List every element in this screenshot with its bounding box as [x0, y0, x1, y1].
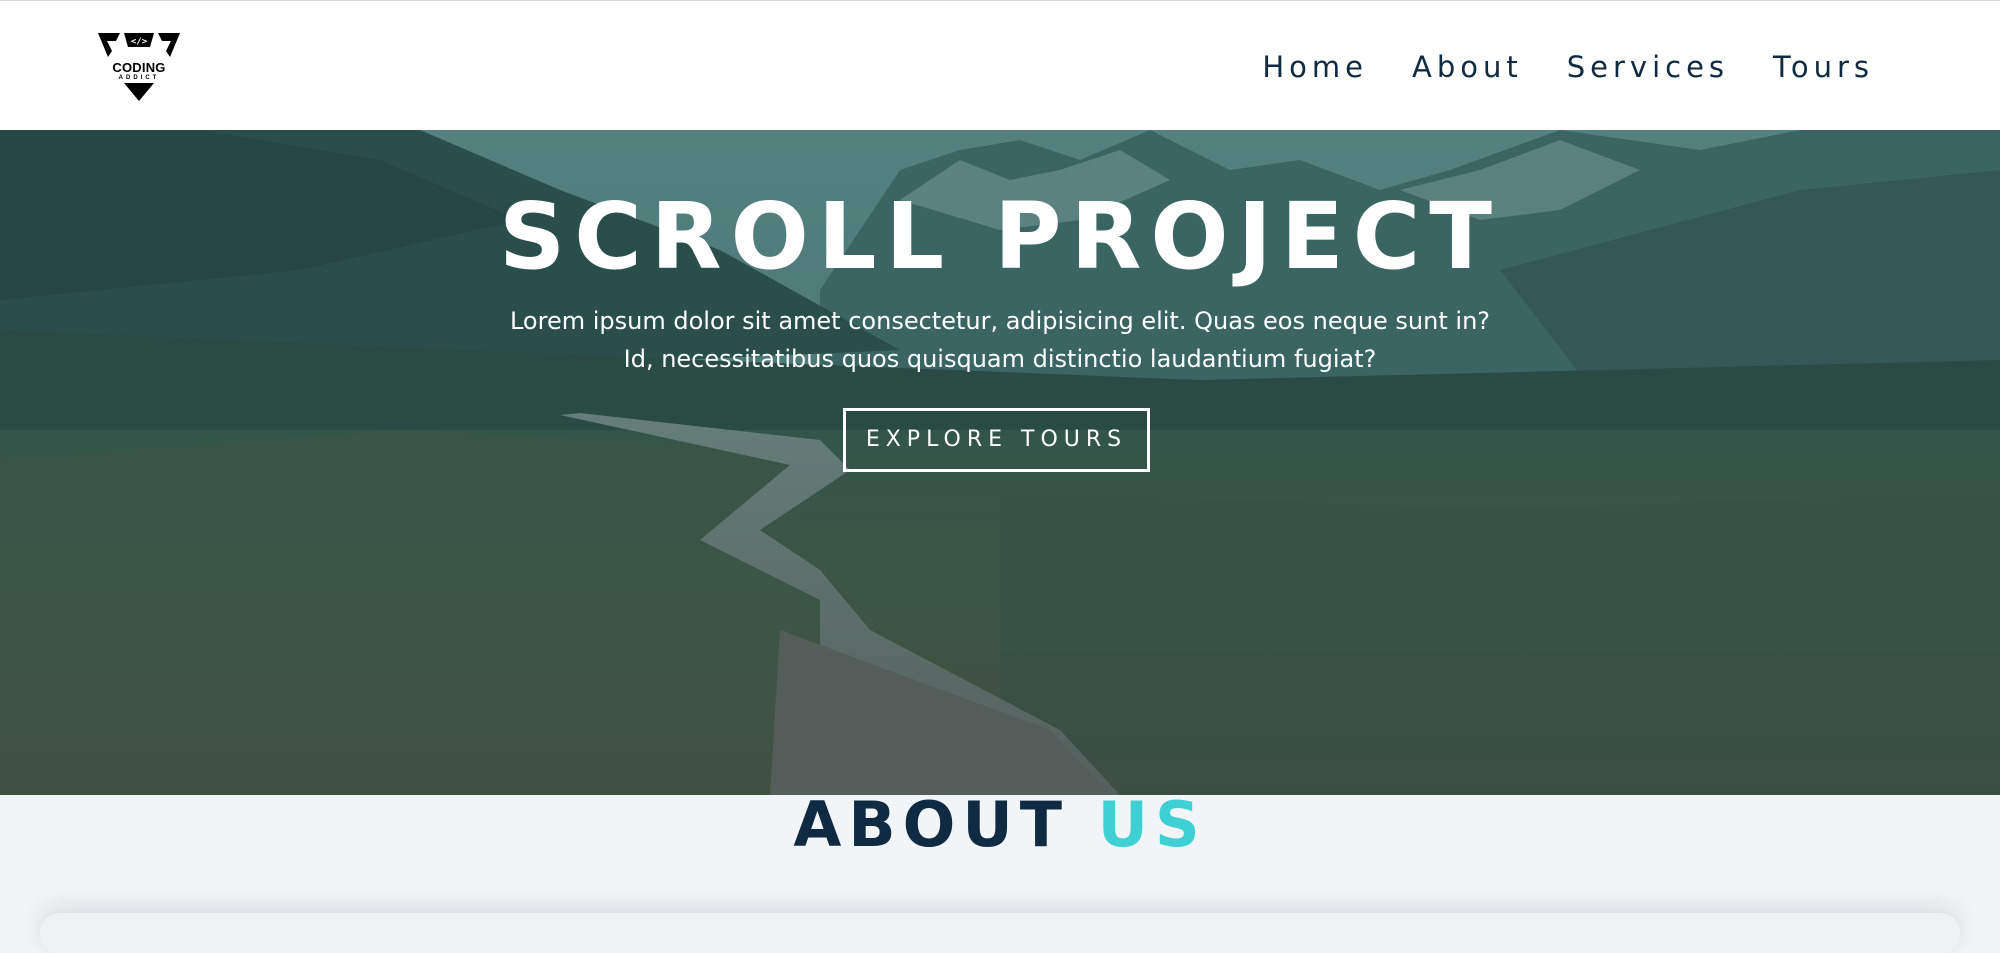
svg-text:</>: </> [131, 37, 148, 47]
about-card-edge [40, 913, 1960, 953]
logo[interactable]: </> CODING ADDICT [98, 31, 180, 103]
hero-section: SCROLL PROJECT Lorem ipsum dolor sit ame… [0, 130, 2000, 795]
about-title-accent: US [1097, 788, 1207, 861]
nav-links: Home About Services Tours [1218, 47, 1874, 87]
about-section: ABOUT US [0, 794, 2000, 953]
explore-tours-button[interactable]: EXPLORE TOURS [843, 408, 1150, 472]
navbar: </> CODING ADDICT Home About Services To… [0, 0, 2000, 130]
nav-link-home[interactable]: Home [1262, 47, 1368, 87]
about-title-main: ABOUT [793, 788, 1069, 861]
logo-main-text: CODING [112, 60, 166, 75]
hero-description: Lorem ipsum dolor sit amet consectetur, … [509, 307, 1491, 373]
hero-title: SCROLL PROJECT [499, 183, 1501, 290]
nav-link-tours[interactable]: Tours [1773, 47, 1874, 87]
nav-link-services[interactable]: Services [1567, 47, 1729, 87]
about-title: ABOUT US [0, 794, 2000, 856]
logo-sub-text: ADDICT [118, 75, 160, 81]
nav-link-about[interactable]: About [1412, 47, 1523, 87]
